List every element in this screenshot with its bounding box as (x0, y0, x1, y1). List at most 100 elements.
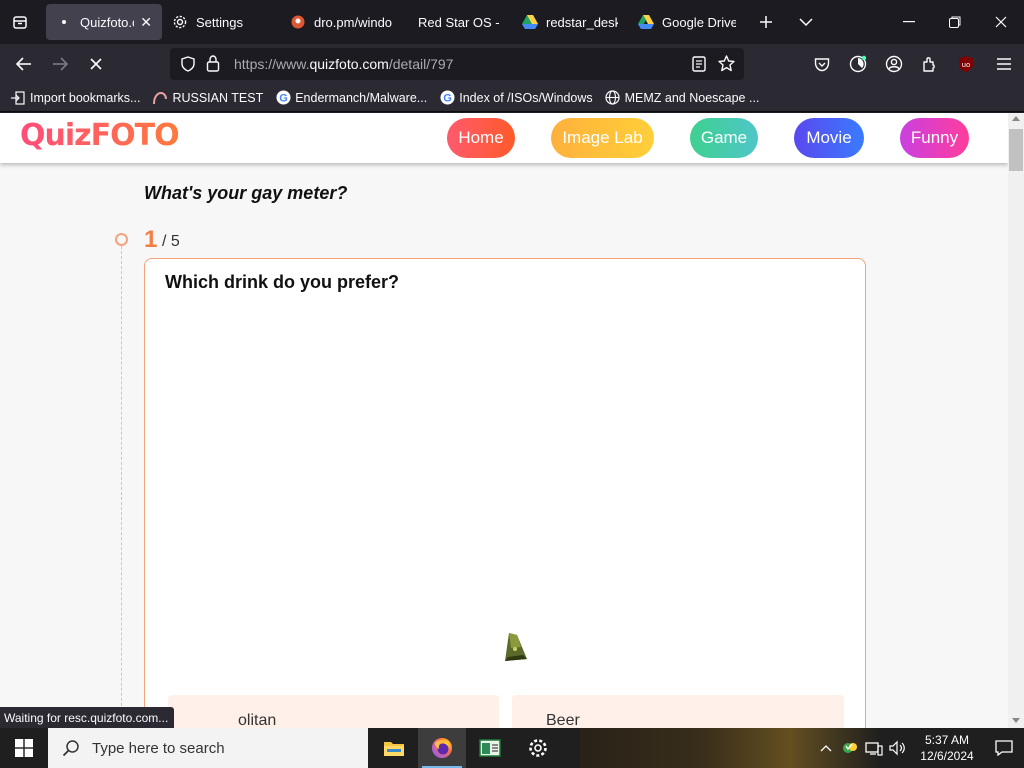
volume-icon[interactable] (886, 728, 910, 768)
tab-redstar-desktop[interactable]: redstar_deskto (512, 4, 628, 40)
status-panel: Waiting for resc.quizfoto.com... (0, 707, 175, 728)
nav-image-lab-button[interactable]: Image Lab (551, 118, 654, 158)
extensions-icon[interactable] (912, 44, 948, 84)
tab-google-drive[interactable]: Google Drive - (628, 4, 746, 40)
google-icon: G (275, 90, 291, 106)
bookmark-label: Import bookmarks... (30, 90, 141, 105)
address-bar[interactable]: https://www.quizfoto.com/detail/797 (170, 48, 744, 80)
loading-spinner-icon (503, 631, 529, 663)
reader-view-icon[interactable] (692, 56, 706, 77)
pocket-icon[interactable] (804, 44, 840, 84)
svg-text:G: G (443, 93, 452, 105)
svg-text:uo: uo (962, 61, 971, 69)
step-marker (115, 233, 128, 246)
new-tab-button[interactable] (746, 0, 786, 44)
progress-timeline (121, 246, 122, 728)
bookmark-endermanch[interactable]: G Endermanch/Malware... (275, 90, 427, 106)
clock-time: 5:37 AM (924, 733, 970, 747)
logo-text: QuizFOTO (20, 118, 180, 153)
minimize-button[interactable] (886, 0, 932, 44)
network-icon[interactable] (862, 728, 886, 768)
ublock-origin-icon[interactable]: uo (948, 44, 984, 84)
google-drive-icon (638, 14, 654, 30)
url-domain: quizfoto.com (309, 56, 389, 72)
url-path: /detail/797 (388, 56, 454, 72)
notification-icon[interactable] (984, 728, 1024, 768)
search-icon (62, 739, 80, 757)
globe-icon (605, 90, 621, 106)
system-tray: 5:37 AM 12/6/2024 (814, 728, 1024, 768)
nav-home-button[interactable]: Home (447, 118, 515, 158)
bookmark-import[interactable]: Import bookmarks... (10, 90, 140, 106)
firefox-icon[interactable] (418, 728, 466, 768)
url-text[interactable]: https://www.quizfoto.com/detail/797 (234, 56, 453, 72)
nav-funny-button[interactable]: Funny (900, 118, 969, 158)
app-window-icon[interactable] (466, 728, 514, 768)
google-icon: G (439, 90, 455, 106)
settings-icon[interactable] (514, 728, 562, 768)
forward-button[interactable] (42, 48, 78, 80)
loading-dot-icon (56, 14, 72, 30)
close-window-button[interactable] (978, 0, 1024, 44)
scroll-thumb[interactable] (1009, 129, 1023, 171)
taskbar-search-box[interactable]: Type here to search (48, 728, 368, 768)
page-scrollbar[interactable] (1008, 113, 1024, 728)
tab-label: Quizfoto.co (80, 14, 134, 30)
site-header: QuizFOTO Home Image Lab Game Movie Funny (0, 113, 1008, 163)
tab-quizfoto[interactable]: Quizfoto.co ✕ (46, 4, 162, 40)
bookmark-star-icon[interactable] (718, 55, 735, 77)
bookmark-memz[interactable]: MEMZ and Noescape ... (605, 90, 760, 106)
bookmark-isos[interactable]: G Index of /ISOs/Windows (439, 90, 593, 106)
question-text: Which drink do you prefer? (165, 272, 400, 292)
navigation-toolbar: https://www.quizfoto.com/detail/797 uo (0, 44, 1024, 84)
tab-overview-icon[interactable] (0, 0, 40, 44)
tab-label: dro.pm/windo (314, 14, 393, 30)
stop-loading-button[interactable] (78, 48, 114, 80)
back-button[interactable] (6, 48, 42, 80)
web-page: QuizFOTO Home Image Lab Game Movie Funny… (0, 113, 1008, 728)
svg-text:G: G (279, 93, 288, 105)
taskbar-clock[interactable]: 5:37 AM 12/6/2024 (910, 732, 984, 764)
bookmark-russian-test[interactable]: RUSSIAN TEST (152, 90, 263, 106)
clock-date: 12/6/2024 (920, 749, 974, 763)
bookmark-label: MEMZ and Noescape ... (624, 90, 760, 105)
tab-label: Red Star OS - / (418, 14, 500, 30)
restore-button[interactable] (932, 0, 978, 44)
bookmark-label: Endermanch/Malware... (295, 90, 428, 105)
site-logo[interactable]: QuizFOTO (20, 118, 180, 153)
timer-extension-icon[interactable] (840, 44, 876, 84)
bookmark-label: Index of /ISOs/Windows (459, 90, 593, 105)
close-tab-icon[interactable]: ✕ (140, 14, 152, 31)
search-placeholder: Type here to search (92, 739, 225, 757)
menu-icon[interactable] (984, 44, 1024, 84)
page-icon (152, 90, 168, 106)
scroll-down-arrow-icon[interactable] (1012, 718, 1020, 723)
gear-icon (172, 14, 188, 30)
nav-movie-button[interactable]: Movie (794, 118, 864, 158)
lock-icon[interactable] (206, 55, 220, 77)
option-label: olitan (238, 712, 277, 728)
tab-strip: Quizfoto.co ✕ Settings dro.pm/windo Red … (0, 0, 1024, 44)
nav-game-button[interactable]: Game (690, 118, 758, 158)
import-icon (10, 90, 26, 106)
tab-settings[interactable]: Settings (162, 4, 280, 40)
tab-redstar[interactable]: Red Star OS - / (408, 4, 512, 40)
file-explorer-icon[interactable] (370, 728, 418, 768)
bookmark-label: RUSSIAN TEST (172, 90, 264, 105)
tab-label: Google Drive - (662, 14, 736, 30)
quiz-title: What's your gay meter? (144, 183, 348, 203)
start-button[interactable] (0, 728, 48, 768)
tracking-protection-icon[interactable] (180, 56, 196, 77)
tab-dropm[interactable]: dro.pm/windo (280, 4, 408, 40)
security-app-icon[interactable] (838, 728, 862, 768)
scroll-up-arrow-icon[interactable] (1012, 116, 1020, 121)
list-tabs-button[interactable] (786, 0, 826, 44)
step-current: 1 (144, 226, 158, 253)
option-b[interactable]: Beer (512, 695, 844, 728)
chevron-up-icon[interactable] (814, 728, 838, 768)
question-card: Which drink do you prefer? olitan Beer (144, 258, 866, 728)
option-a[interactable]: olitan (168, 695, 499, 728)
tab-label: Settings (196, 14, 243, 30)
account-icon[interactable] (876, 44, 912, 84)
windows-logo-icon (15, 739, 33, 757)
